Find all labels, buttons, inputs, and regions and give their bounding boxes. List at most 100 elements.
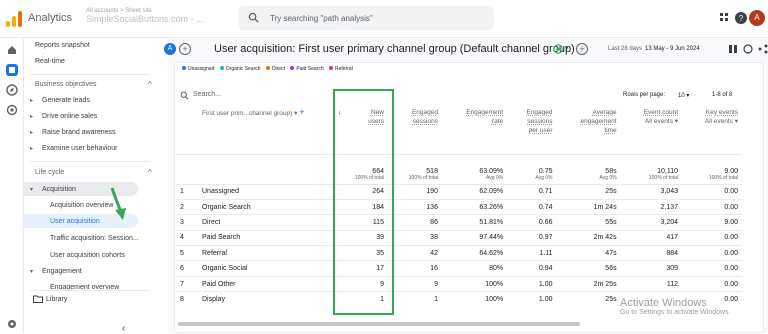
col-key-events[interactable]: Key events All events ▾ <box>682 108 742 154</box>
search-bar[interactable]: Try searching "path analysis" <box>238 6 494 30</box>
col-engaged-sessions[interactable]: Engaged sessions <box>388 108 442 154</box>
home-icon[interactable] <box>6 44 18 56</box>
legend-label: Direct <box>271 66 285 72</box>
nav-acquisition-overview[interactable]: Acquisition overview <box>50 202 113 209</box>
date-range-value[interactable]: 13 May - 9 Jun 2024 <box>645 46 700 52</box>
nav-user-acquisition-cohorts[interactable]: User acquisition cohorts <box>50 252 125 259</box>
channel-name[interactable]: Paid Search <box>198 229 334 246</box>
legend-dot-icon <box>219 66 224 70</box>
metric-cell: 264 <box>334 183 388 200</box>
col-engaged-sessions-per-user[interactable]: Engaged sessions per user <box>507 108 556 154</box>
nav-engagement[interactable]: Engagement <box>42 268 82 275</box>
col-average-engagement-time[interactable]: Average engagement time <box>557 108 621 154</box>
date-range-label[interactable]: Last 28 days <box>608 46 642 52</box>
nav-user-acquisition[interactable]: User acquisition <box>50 218 100 225</box>
apps-grid-icon[interactable] <box>718 11 732 25</box>
nav-engagement-overview[interactable]: Engagement overview <box>50 284 119 289</box>
check-circle-icon[interactable] <box>553 44 563 54</box>
nav-drive-online-sales[interactable]: Drive online sales <box>42 113 97 120</box>
share-icon[interactable] <box>758 44 768 54</box>
caret-down-icon: ▾ <box>30 187 34 193</box>
add-comparison-button[interactable]: + <box>179 43 191 55</box>
row-index: 7 <box>176 275 198 292</box>
add-button[interactable]: + <box>576 43 588 55</box>
table-row[interactable]: 3 Direct 115 86 51.81% 0.66 55s 3,204 9.00 <box>176 214 742 231</box>
rows-per-page-label: Rows per page: <box>623 92 666 98</box>
total-value: 9.00 <box>724 167 738 175</box>
analytics-logo-icon[interactable] <box>6 11 22 27</box>
channel-name[interactable]: Display <box>198 291 334 308</box>
avatar[interactable]: A <box>749 10 765 26</box>
channel-name[interactable]: Unassigned <box>198 183 334 200</box>
settings-gear-icon[interactable] <box>6 318 18 330</box>
table-row[interactable]: 5 Referral 35 42 64.62% 1.11 47s 884 0.00 <box>176 245 742 261</box>
row-index: 3 <box>176 214 198 231</box>
total-sub: 100% of total <box>648 174 679 181</box>
metric-cell: 97.44% <box>441 229 508 246</box>
chevron-down-icon[interactable]: ▾ <box>565 44 569 52</box>
metric-cell: 64.62% <box>441 245 508 261</box>
nav-real-time[interactable]: Real-time <box>35 58 65 65</box>
dropdown-caret-icon[interactable]: ▾ <box>735 118 738 125</box>
table-row[interactable]: 4 Paid Search 39 38 97.44% 0.97 2m 42s 417 0.00 <box>176 229 742 246</box>
col-new-users[interactable]: ↓ New users <box>334 108 388 154</box>
col-event-count[interactable]: Event count All events ▾ <box>621 108 682 154</box>
channel-name[interactable]: Organic Search <box>198 198 334 215</box>
reports-icon[interactable] <box>6 64 18 76</box>
caret-right-icon: ▸ <box>30 98 34 104</box>
metric-cell: 51.81% <box>441 214 508 231</box>
sort-arrow-icon[interactable]: ↓ <box>338 108 341 117</box>
metric-cell: 0.00 <box>682 275 742 292</box>
metric-cell: 0.74 <box>507 198 557 215</box>
comparison-badge[interactable]: A <box>164 43 176 55</box>
legend-dot-icon <box>290 66 295 70</box>
table-row[interactable]: 7 Paid Other 9 9 100% 1.00 2m 25s 112 0.00 <box>176 275 742 292</box>
header-line: Average <box>592 109 617 116</box>
channel-name[interactable]: Organic Social <box>198 260 334 277</box>
table-row[interactable]: 1 Unassigned 264 190 62.09% 0.71 25s 3,043 0.00 <box>176 183 742 200</box>
add-dimension-icon[interactable]: + <box>299 107 304 117</box>
account-selector[interactable]: All accounts > Sheet site SimpleSocialBu… <box>86 7 204 24</box>
channel-name[interactable]: Referral <box>198 245 334 261</box>
total-cell: 10,110 100% of total <box>620 153 683 184</box>
nav-section-life-cycle[interactable]: Life cycle <box>35 169 64 176</box>
col-engagement-rate[interactable]: Engagement rate <box>442 108 507 154</box>
total-sub: Avg 0% <box>535 174 553 181</box>
horizontal-scrollbar[interactable] <box>178 322 580 326</box>
chevron-up-icon[interactable]: ^ <box>148 80 152 89</box>
nav-raise-brand-awareness[interactable]: Raise brand awareness <box>42 129 116 136</box>
dimension-header[interactable]: First user prim...channel group) ▾ + <box>198 108 334 154</box>
table-row[interactable]: 6 Organic Social 17 16 80% 0.94 56s 309 0.00 <box>176 260 742 277</box>
channel-name[interactable]: Paid Other <box>198 275 334 292</box>
explore-icon[interactable] <box>6 84 18 96</box>
nav-acquisition[interactable]: Acquisition <box>42 186 76 193</box>
nav-reports-snapshot[interactable]: Reports snapshot <box>35 42 90 49</box>
total-sub: 100% of total <box>408 174 438 181</box>
metric-cell: 42 <box>387 245 442 261</box>
header-line: time <box>604 127 617 134</box>
nav-section-business-objectives[interactable]: Business objectives <box>35 81 96 88</box>
dropdown-caret-icon[interactable]: ▾ <box>675 118 678 125</box>
caret-down-icon: ▾ <box>30 269 34 275</box>
header-line: Engaged <box>411 109 438 116</box>
chevron-up-icon[interactable]: ^ <box>148 168 152 177</box>
channel-name[interactable]: Direct <box>198 214 334 231</box>
help-icon[interactable]: ? <box>734 11 748 25</box>
compare-icon[interactable] <box>728 44 738 54</box>
nav-examine-user-behaviour[interactable]: Examine user behaviour <box>42 145 118 152</box>
rows-per-page-select[interactable]: 10 ▾ <box>678 92 689 99</box>
table-row[interactable]: 2 Organic Search 184 136 63.26% 0.74 1m 24s 2,1… <box>176 198 742 215</box>
dropdown-caret-icon[interactable]: ▾ <box>294 110 297 117</box>
report-header: A + User acquisition: First user primary… <box>164 38 768 60</box>
collapse-chevron-icon[interactable]: ‹ <box>122 323 125 334</box>
advertising-icon[interactable] <box>6 104 18 116</box>
insights-icon[interactable] <box>743 44 753 54</box>
table-body: 664 100% of total 518 100% of total 63.09%… <box>176 153 742 308</box>
total-value: 58s <box>605 167 617 175</box>
table-search-input[interactable]: Search... <box>193 91 221 98</box>
nav-library[interactable]: Library <box>46 296 67 303</box>
metric-cell: 0.00 <box>682 260 742 277</box>
nav-divider <box>30 161 150 162</box>
nav-traffic-acquisition[interactable]: Traffic acquisition: Session... <box>50 235 139 242</box>
nav-generate-leads[interactable]: Generate leads <box>42 97 90 104</box>
